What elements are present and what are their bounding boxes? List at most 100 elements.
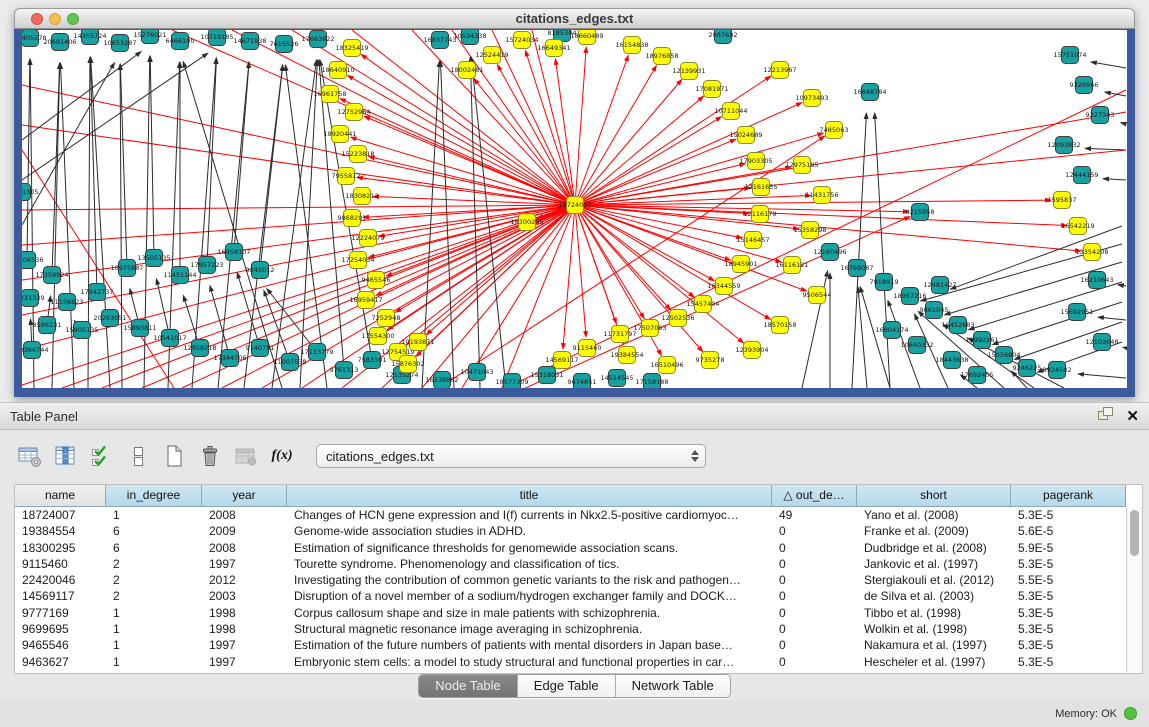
graph-edge[interactable]: [575, 65, 656, 205]
graph-edge[interactable]: [144, 56, 150, 388]
create-column-button[interactable]: [158, 440, 190, 472]
graph-edge[interactable]: [172, 30, 575, 205]
graph-node-label: 18443638: [935, 356, 968, 364]
graph-edge[interactable]: [575, 205, 714, 281]
graph-node-label: 15893811: [123, 324, 156, 332]
table-row[interactable]: 946362711997Embryonic stem cells: a mode…: [15, 654, 1142, 670]
graph-edge[interactable]: [575, 205, 644, 319]
graph-edge[interactable]: [22, 52, 141, 140]
graph-edge[interactable]: [348, 75, 575, 205]
status-bar: Memory: OK: [0, 700, 1149, 727]
graph-edge[interactable]: [22, 205, 575, 245]
graph-edge[interactable]: [563, 205, 575, 349]
scrollbar-thumb[interactable]: [1130, 510, 1139, 556]
graph-node-label: 14671938: [233, 37, 266, 45]
graph-edge[interactable]: [218, 62, 249, 388]
tab-node-table[interactable]: Node Table: [419, 675, 518, 697]
table-cell: 2012: [202, 572, 287, 588]
table-row[interactable]: 1830029562008Estimation of significance …: [15, 540, 1142, 556]
graph-edge[interactable]: [27, 59, 30, 260]
graph-edge[interactable]: [90, 57, 97, 292]
graph-edge[interactable]: [471, 57, 506, 388]
graph-edge[interactable]: [1123, 347, 1126, 348]
graph-edge[interactable]: [260, 65, 283, 270]
graph-edge[interactable]: [1118, 285, 1126, 286]
graph-node-label: 16959417: [349, 296, 382, 304]
graph-edge[interactable]: [1121, 123, 1126, 124]
graph-node-label: 9245012: [246, 266, 275, 274]
minimize-traffic-light-button[interactable]: [49, 13, 61, 25]
graph-edge[interactable]: [969, 282, 1122, 330]
graph-edge[interactable]: [575, 205, 623, 345]
function-builder-button[interactable]: f(x): [266, 440, 298, 472]
graph-edge[interactable]: [575, 79, 682, 205]
graph-edge[interactable]: [1103, 179, 1126, 180]
close-panel-icon[interactable]: ✕: [1126, 409, 1139, 424]
close-traffic-light-button[interactable]: [31, 13, 43, 25]
table-row[interactable]: 977716911998Corpus callosum shape and si…: [15, 605, 1142, 621]
zoom-traffic-light-button[interactable]: [67, 13, 79, 25]
column-header-title[interactable]: title: [287, 485, 772, 507]
table-row[interactable]: 946554611997Estimation of the future num…: [15, 637, 1142, 653]
graph-edge[interactable]: [22, 63, 115, 225]
graph-edge[interactable]: [52, 63, 60, 388]
table-row[interactable]: 1872400712008Changes of HCN gene express…: [15, 507, 1142, 523]
column-header-pagerank[interactable]: pagerank: [1011, 485, 1126, 507]
graph-edge[interactable]: [91, 57, 110, 388]
graph-edge[interactable]: [285, 65, 327, 388]
network-canvas[interactable]: 1640557820691406143557241065328715276021…: [22, 30, 1127, 388]
graph-edge[interactable]: [1078, 374, 1126, 378]
table-cell: 6: [106, 523, 202, 539]
window-titlebar[interactable]: citations_edges.txt: [14, 8, 1135, 29]
tab-network-table[interactable]: Network Table: [616, 675, 730, 697]
delete-columns-button[interactable]: [194, 440, 226, 472]
graph-node-label: 9227343: [1086, 111, 1115, 119]
table-selector-dropdown[interactable]: citations_edges.txt: [316, 444, 706, 468]
graph-node-label: 16904174: [875, 326, 908, 334]
table-row[interactable]: 1456911722003Disruption of a novel membe…: [15, 588, 1142, 604]
table-vertical-scrollbar[interactable]: [1126, 507, 1142, 672]
float-panel-icon[interactable]: [1097, 406, 1114, 426]
graph-edge[interactable]: [1085, 148, 1126, 150]
column-header-in_degree[interactable]: in_degree: [106, 485, 202, 507]
graph-edge[interactable]: [555, 59, 575, 205]
column-header-short[interactable]: short: [857, 485, 1011, 507]
graph-edge[interactable]: [852, 113, 866, 388]
delete-table-button-disabled[interactable]: [230, 440, 262, 472]
graph-node-label: 15223818: [341, 150, 374, 158]
table-cell: Estimation of significance thresholds fo…: [287, 540, 772, 556]
graph-edge[interactable]: [858, 287, 867, 388]
graph-edge[interactable]: [1098, 317, 1126, 320]
select-columns-button[interactable]: [50, 440, 82, 472]
column-header-year[interactable]: year: [202, 485, 287, 507]
graph-edge[interactable]: [575, 47, 586, 205]
graph-edge[interactable]: [575, 205, 694, 297]
row-options-button[interactable]: [122, 440, 154, 472]
table-row[interactable]: 1938455462009Genome-wide association stu…: [15, 523, 1142, 539]
graph-edge[interactable]: [22, 85, 575, 205]
graph-edge[interactable]: [150, 56, 154, 258]
table-row[interactable]: 969969511998Structural magnetic resonanc…: [15, 621, 1142, 637]
graph-edge[interactable]: [232, 30, 575, 205]
graph-edge[interactable]: [575, 205, 1067, 226]
graph-edge[interactable]: [234, 62, 249, 252]
graph-edge[interactable]: [470, 57, 480, 388]
graph-edge[interactable]: [575, 205, 586, 337]
graph-edge[interactable]: [875, 113, 890, 388]
graph-edge[interactable]: [340, 99, 575, 205]
graph-node-label: 10711044: [714, 107, 747, 115]
graph-node-label: 16542219: [1061, 222, 1094, 230]
column-header-out_de[interactable]: △ out_de…: [772, 485, 857, 507]
table-row[interactable]: 911546021997Tourette syndrome. Phenomeno…: [15, 556, 1142, 572]
table-cell: 1: [106, 507, 202, 523]
column-header-name[interactable]: name: [15, 485, 106, 507]
graph-edge[interactable]: [192, 58, 216, 388]
graph-edge[interactable]: [575, 205, 743, 343]
graph-edge[interactable]: [30, 59, 34, 388]
tab-edge-table[interactable]: Edge Table: [518, 675, 616, 697]
graph-edge[interactable]: [22, 205, 575, 210]
table-row[interactable]: 2242004622012Investigating the contribut…: [15, 572, 1142, 588]
column-settings-button[interactable]: [14, 440, 46, 472]
graph-edge[interactable]: [1091, 62, 1126, 68]
apply-checks-button[interactable]: [86, 440, 118, 472]
